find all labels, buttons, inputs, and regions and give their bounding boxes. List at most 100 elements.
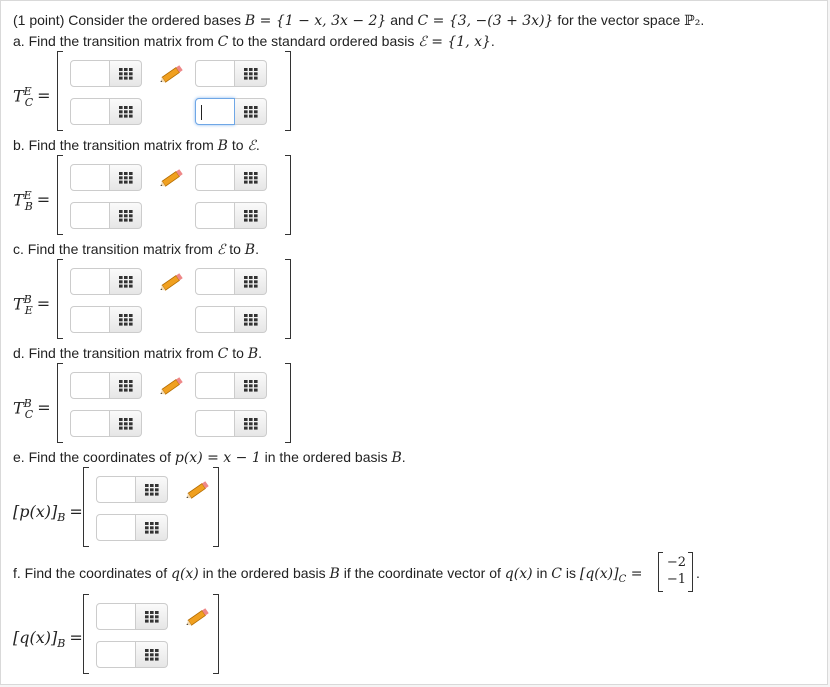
prompt-math: p(x) = x − 1 xyxy=(174,450,261,466)
prompt-math: B xyxy=(217,138,228,154)
matrix-palette-icon[interactable] xyxy=(110,268,142,295)
grid-glyph xyxy=(119,68,133,80)
equals-sign: = xyxy=(626,566,643,582)
lhs-symbol: T xyxy=(13,190,24,210)
pencil-icon[interactable] xyxy=(185,479,211,501)
prompt-text: . xyxy=(490,33,495,49)
matrix-right-bracket xyxy=(285,363,291,443)
matrix-palette-icon[interactable] xyxy=(136,603,168,630)
matrix-palette-icon[interactable] xyxy=(110,164,142,191)
pencil-icon[interactable] xyxy=(159,167,185,189)
part-a-r1c2-input[interactable] xyxy=(195,60,235,87)
part-c-r2c1-input[interactable] xyxy=(70,306,110,333)
prompt-math: q(x) xyxy=(170,566,199,582)
part-a-r1c1-input[interactable] xyxy=(70,60,110,87)
prompt-math: [q(x)] xyxy=(579,566,619,582)
prompt-text: . xyxy=(401,449,406,465)
matrix-palette-icon[interactable] xyxy=(136,476,168,503)
lhs-symbol: [p(x)] xyxy=(13,502,58,521)
prompt-math: q(x) xyxy=(504,566,533,582)
prompt-text: in xyxy=(532,565,552,581)
grid-glyph xyxy=(244,210,258,222)
part-c-r2c2-input[interactable] xyxy=(195,306,235,333)
part-a-prompt: a. Find the transition matrix from C to … xyxy=(13,32,495,51)
matrix-palette-icon[interactable] xyxy=(235,268,267,295)
equals-sign: = xyxy=(36,190,51,210)
part-b-lhs: TEB = xyxy=(13,189,50,213)
grid-glyph xyxy=(145,611,159,623)
prompt-text: to xyxy=(227,137,248,153)
lhs-sub: C xyxy=(24,407,34,421)
part-f-r2-input[interactable] xyxy=(96,641,136,668)
matrix-palette-icon[interactable] xyxy=(110,372,142,399)
matrix-palette-icon[interactable] xyxy=(235,98,267,125)
grid-glyph xyxy=(244,314,258,326)
part-e-lhs: [p(x)]B = xyxy=(13,502,83,524)
part-d-r1c1-input[interactable] xyxy=(70,372,110,399)
lhs-sub: B xyxy=(24,199,33,213)
matrix-palette-icon[interactable] xyxy=(110,306,142,333)
lhs-sub: B xyxy=(57,637,66,651)
matrix-palette-icon[interactable] xyxy=(235,202,267,229)
part-a-lhs: TEC = xyxy=(13,85,51,109)
part-d-r2c2-input[interactable] xyxy=(195,410,235,437)
matrix-palette-icon[interactable] xyxy=(235,164,267,191)
grid-glyph xyxy=(119,172,133,184)
pencil-icon[interactable] xyxy=(159,375,185,397)
problem-page: (1 point) Consider the ordered bases B =… xyxy=(0,0,828,685)
intro-text: Consider the ordered bases xyxy=(64,12,245,28)
part-e-r2-input[interactable] xyxy=(96,514,136,541)
part-d-lhs: TBC = xyxy=(13,397,51,421)
matrix-palette-icon[interactable] xyxy=(136,514,168,541)
intro-text: and xyxy=(386,12,418,28)
vector-space: ℙ₂ xyxy=(684,13,701,29)
prompt-math: ℰ xyxy=(247,138,256,154)
prompt-math: B xyxy=(329,566,340,582)
part-b-r1c2-input[interactable] xyxy=(195,164,235,191)
grid-glyph xyxy=(244,380,258,392)
part-b-r2c1-input[interactable] xyxy=(70,202,110,229)
matrix-palette-icon[interactable] xyxy=(136,641,168,668)
matrix-palette-icon[interactable] xyxy=(235,410,267,437)
part-a-r2c1-input[interactable] xyxy=(70,98,110,125)
part-d-r1c2-input[interactable] xyxy=(195,372,235,399)
matrix-palette-icon[interactable] xyxy=(110,60,142,87)
part-b-r1c1-input[interactable] xyxy=(70,164,110,191)
part-b-r2c2-input[interactable] xyxy=(195,202,235,229)
lhs-symbol: T xyxy=(13,398,24,418)
part-c-prompt: c. Find the transition matrix from ℰ to … xyxy=(13,240,259,259)
pencil-icon[interactable] xyxy=(185,606,211,628)
matrix-palette-icon[interactable] xyxy=(235,60,267,87)
text-caret xyxy=(201,104,202,120)
part-c-r1c2-input[interactable] xyxy=(195,268,235,295)
grid-glyph xyxy=(244,276,258,288)
matrix-palette-icon[interactable] xyxy=(110,410,142,437)
problem-statement: (1 point) Consider the ordered bases B =… xyxy=(13,11,704,30)
matrix-palette-icon[interactable] xyxy=(110,98,142,125)
prompt-text: a. Find the transition matrix from xyxy=(13,33,218,49)
grid-glyph xyxy=(244,68,258,80)
matrix-palette-icon[interactable] xyxy=(235,372,267,399)
equals-sign: = xyxy=(69,502,83,521)
part-a-r2c2-input[interactable] xyxy=(195,98,235,125)
part-e-r1-input[interactable] xyxy=(96,476,136,503)
part-f-r1-input[interactable] xyxy=(96,603,136,630)
part-f-lhs: [q(x)]B = xyxy=(13,628,83,650)
basis-c-definition: C = {3, −(3 + 3x)} xyxy=(417,13,554,29)
prompt-text: to xyxy=(225,241,245,257)
vector-right-bracket xyxy=(213,594,219,674)
pencil-icon[interactable] xyxy=(159,63,185,85)
pencil-icon[interactable] xyxy=(159,271,185,293)
matrix-palette-icon[interactable] xyxy=(235,306,267,333)
part-c-lhs: TBE = xyxy=(13,293,50,317)
matrix-palette-icon[interactable] xyxy=(110,202,142,229)
grid-glyph xyxy=(244,172,258,184)
part-c-r1c1-input[interactable] xyxy=(70,268,110,295)
part-d-r2c1-input[interactable] xyxy=(70,410,110,437)
matrix-right-bracket xyxy=(285,259,291,339)
equals-sign: = xyxy=(69,628,83,647)
lhs-symbol: [q(x)] xyxy=(13,628,58,647)
prompt-math: B xyxy=(247,346,259,362)
given-vector-entry: −1 xyxy=(666,572,686,587)
prompt-text: to the standard ordered basis xyxy=(228,33,419,49)
